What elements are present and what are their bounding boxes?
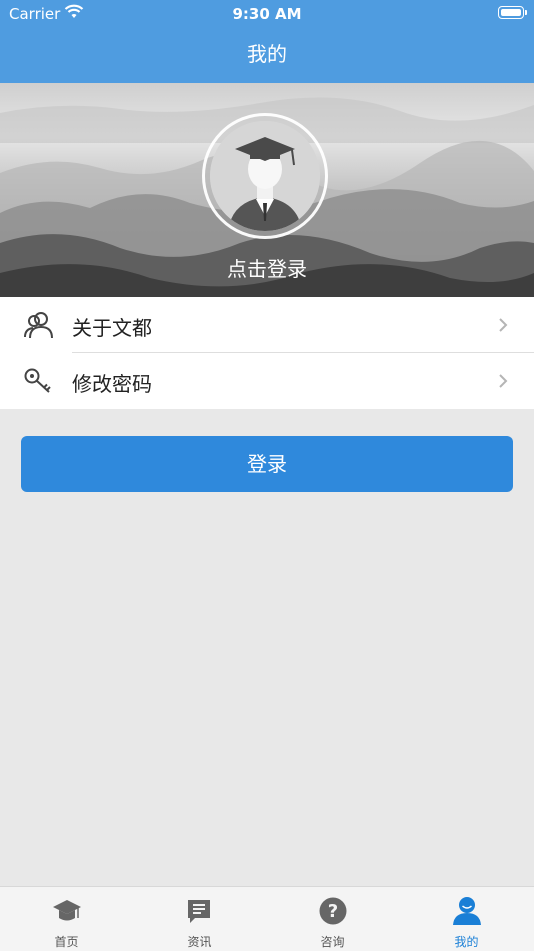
login-button[interactable]: 登录 [21,436,513,492]
question-icon: ? [319,897,346,925]
settings-menu: 关于文都 修改密码 [0,297,534,409]
menu-item-about[interactable]: 关于文都 [0,297,534,353]
menu-item-change-password[interactable]: 修改密码 [0,353,534,409]
status-bar: Carrier 9:30 AM [0,0,534,28]
default-avatar-icon [210,121,320,231]
avatar[interactable] [210,121,320,231]
key-icon [24,368,51,393]
nav-bar: 我的 [0,28,534,83]
menu-item-label: 关于文都 [72,316,152,340]
chevron-right-icon [499,318,508,332]
tab-label: 首页 [54,935,79,949]
tab-news[interactable]: 资讯 [133,887,266,951]
tab-mine[interactable]: 我的 [400,887,533,951]
tab-label: 咨询 [320,935,345,949]
tab-label: 我的 [454,935,479,949]
battery-icon [498,6,527,19]
tab-consult[interactable]: ? 咨询 [266,887,399,951]
graduation-cap-icon [52,900,81,921]
person-icon [452,897,481,925]
news-icon [187,900,210,923]
users-icon [24,312,53,339]
chevron-right-icon [499,374,508,388]
menu-item-label: 修改密码 [72,372,152,396]
tab-home[interactable]: 首页 [0,887,133,951]
tab-bar: 首页 资讯 ? 咨询 我的 [0,886,534,951]
status-time: 9:30 AM [232,5,302,23]
login-prompt[interactable]: 点击登录 [0,253,534,282]
tab-label: 资讯 [187,935,212,949]
svg-text:?: ? [327,901,337,922]
page-title: 我的 [247,42,287,66]
profile-header: 点击登录 [0,83,534,297]
